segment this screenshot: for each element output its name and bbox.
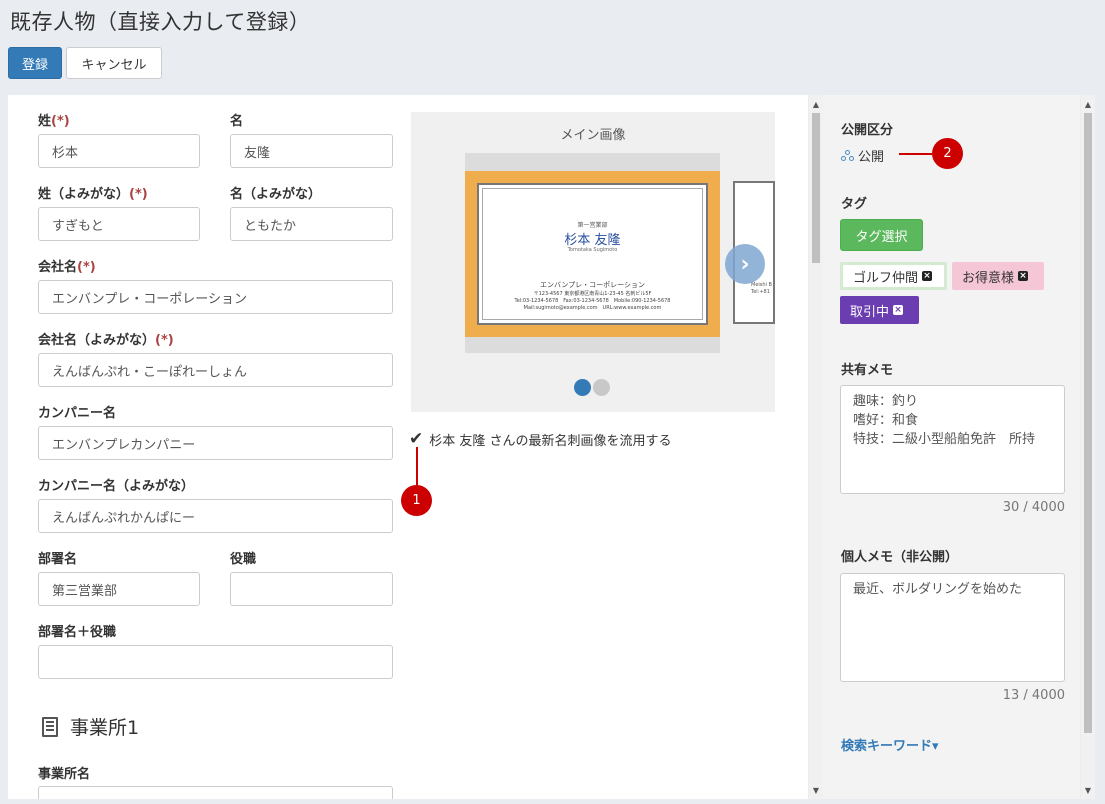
side-scroll-up-arrow[interactable]: ▲ xyxy=(1081,97,1095,111)
card-name: 杉本 友隆 xyxy=(564,233,621,248)
main-image-viewer: メイン画像 第一営業部 杉本 友隆 Tomotaka Sugimoto エンバン… xyxy=(411,112,775,412)
person-form-panel: 姓(*) 名 杉本 友隆 姓（よみがな）(*) 名（よみがな） すぎもと ともた… xyxy=(8,95,808,799)
card-address: 〒123-4567 東京都港区南青山1-23-45 名刺ビル5F xyxy=(533,291,652,297)
position-input[interactable] xyxy=(230,572,393,606)
company-name-label: 会社名(*) xyxy=(38,260,96,275)
tag-golf: ゴルフ仲間 × xyxy=(840,262,947,290)
office-heading-text: 事業所1 xyxy=(70,717,140,739)
card2-text: Meishi B Tel:+81 xyxy=(751,282,772,295)
card-roman-name: Tomotaka Sugimoto xyxy=(567,247,618,253)
side-scrollbar[interactable]: ▲ ▼ xyxy=(1081,95,1095,799)
search-keyword-toggle[interactable]: 検索キーワード▾ xyxy=(841,735,939,754)
company-alt-kana-input[interactable]: えんばんぷれかんぱにー xyxy=(38,499,393,533)
company-alt-kana-label: カンパニー名（よみがな） xyxy=(38,479,195,494)
chevron-right-icon: › xyxy=(740,251,750,277)
last-name-kana-label: 姓（よみがな）(*) xyxy=(38,187,148,202)
office-section-heading: 事業所1 xyxy=(42,713,139,740)
reuse-card-image-label: 杉本 友隆 さんの最新名刺画像を流用する xyxy=(429,433,672,449)
first-name-label: 名 xyxy=(230,114,244,129)
scroll-up-arrow[interactable]: ▲ xyxy=(809,97,823,111)
visibility-text: 公開 xyxy=(858,150,885,165)
private-memo-textarea[interactable]: 最近、ボルダリングを始めた xyxy=(840,573,1065,682)
tag-valued-customer: お得意様 × xyxy=(952,262,1044,290)
card-tel: Tel:03-1234-5678 Fax:03-1234-5678 Mobile… xyxy=(514,298,671,304)
office-name-input[interactable] xyxy=(38,786,393,799)
checkmark-icon: ✔ xyxy=(409,429,424,449)
office-name-label: 事業所名 xyxy=(38,767,91,782)
marker-1-line xyxy=(416,447,418,485)
card-company: エンバンプレ・コーポレーション xyxy=(540,281,645,289)
card-contact: 〒123-4567 東京都港区南青山1-23-45 名刺ビル5F Tel:03-… xyxy=(483,291,702,312)
private-memo-label: 個人メモ（非公開） xyxy=(841,550,959,565)
shared-memo-counter: 30 / 4000 xyxy=(1002,500,1065,515)
last-name-label: 姓(*) xyxy=(38,114,70,129)
first-name-input[interactable]: 友隆 xyxy=(230,134,393,168)
department-label: 部署名 xyxy=(38,552,78,567)
company-alt-name-label: カンパニー名 xyxy=(38,406,117,421)
shared-memo-label: 共有メモ xyxy=(841,363,894,378)
company-name-kana-input[interactable]: えんばんぷれ・こーぽれーしょん xyxy=(38,353,393,387)
side-scrollbar-thumb[interactable] xyxy=(1084,113,1092,733)
card-mail: Mail:sugimoto@example.com URL:www.exampl… xyxy=(523,305,662,311)
next-image-button[interactable]: › xyxy=(725,244,765,284)
cancel-button[interactable]: キャンセル xyxy=(66,47,162,79)
remove-tag-icon[interactable]: × xyxy=(893,305,904,315)
carousel-indicators xyxy=(574,379,610,396)
position-label: 役職 xyxy=(230,552,257,567)
remove-tag-icon[interactable]: × xyxy=(922,271,933,281)
visibility-value[interactable]: 公開 xyxy=(841,146,884,165)
scroll-down-arrow[interactable]: ▼ xyxy=(809,783,823,797)
last-name-input[interactable]: 杉本 xyxy=(38,134,200,168)
tag-label: タグ xyxy=(841,197,868,212)
marker-2-line xyxy=(899,153,932,155)
last-name-kana-input[interactable]: すぎもと xyxy=(38,207,200,241)
annotation-marker-2: 2 xyxy=(932,138,963,169)
department-position-input[interactable] xyxy=(38,645,393,679)
side-panel: 公開区分 公開 2 タグ タグ選択 ゴルフ仲間 × お得意様 × 取引中 × 共有メモ… xyxy=(823,95,1080,799)
tag-select-button[interactable]: タグ選択 xyxy=(840,219,923,251)
carousel-dot-1[interactable] xyxy=(574,379,591,396)
department-position-label: 部署名＋役職 xyxy=(38,625,117,640)
first-name-kana-input[interactable]: ともたか xyxy=(230,207,393,241)
company-alt-name-input[interactable]: エンバンプレカンパニー xyxy=(38,426,393,460)
building-icon xyxy=(42,716,58,737)
business-card-selected-frame[interactable]: 第一営業部 杉本 友隆 Tomotaka Sugimoto エンバンプレ・コーポ… xyxy=(465,171,720,337)
main-scrollbar[interactable]: ▲ ▼ xyxy=(809,95,823,799)
remove-tag-icon[interactable]: × xyxy=(1018,271,1029,281)
visibility-label: 公開区分 xyxy=(841,123,894,138)
image-stage: 第一営業部 杉本 友隆 Tomotaka Sugimoto エンバンプレ・コーポ… xyxy=(465,153,720,353)
reuse-card-image-checkbox[interactable]: ✔ 杉本 友隆 さんの最新名刺画像を流用する xyxy=(409,429,672,449)
business-card-image: 第一営業部 杉本 友隆 Tomotaka Sugimoto エンバンプレ・コーポ… xyxy=(477,183,708,325)
annotation-marker-1: 1 xyxy=(401,485,432,516)
register-button[interactable]: 登録 xyxy=(8,47,62,79)
private-memo-counter: 13 / 4000 xyxy=(1002,688,1065,703)
main-image-caption: メイン画像 xyxy=(560,128,626,143)
department-input[interactable]: 第三営業部 xyxy=(38,572,200,606)
people-icon xyxy=(841,149,854,162)
tag-in-business: 取引中 × xyxy=(840,296,919,324)
company-name-input[interactable]: エンバンプレ・コーポレーション xyxy=(38,280,393,314)
main-scrollbar-thumb[interactable] xyxy=(812,113,820,263)
card-department: 第一営業部 xyxy=(577,222,608,229)
carousel-dot-2[interactable] xyxy=(593,379,610,396)
company-name-kana-label: 会社名（よみがな）(*) xyxy=(38,333,174,348)
first-name-kana-label: 名（よみがな） xyxy=(230,187,322,202)
page-title: 既存人物（直接入力して登録） xyxy=(10,10,311,34)
shared-memo-textarea[interactable]: 趣味：釣り 嗜好：和食 特技：二級小型船舶免許 所持 xyxy=(840,385,1065,494)
side-scroll-down-arrow[interactable]: ▼ xyxy=(1081,783,1095,797)
